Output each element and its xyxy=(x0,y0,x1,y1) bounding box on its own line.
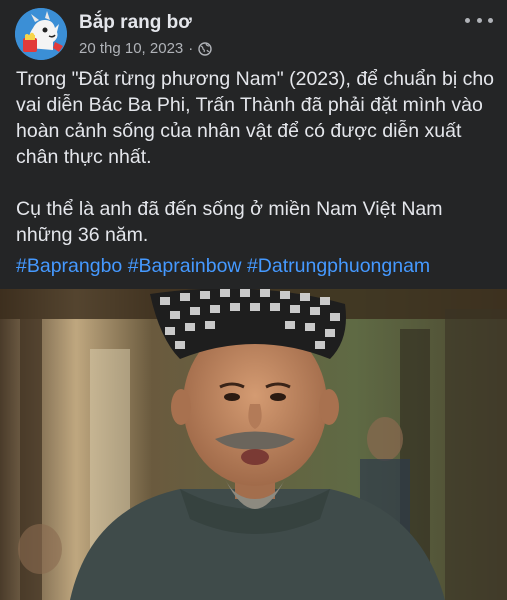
facebook-post: Bắp rang bơ 20 thg 10, 2023 · Trong "Đất… xyxy=(0,0,507,600)
page-avatar[interactable] xyxy=(15,8,67,60)
hashtag-link[interactable]: #Baprainbow xyxy=(128,255,242,277)
page-name[interactable]: Bắp rang bơ xyxy=(79,12,192,34)
caption-paragraph-1: Trong "Đất rừng phương Nam" (2023), để c… xyxy=(16,68,495,168)
hashtag-row: #Baprangbo #Baprainbow #Datrungphuongnam xyxy=(16,253,430,279)
post-meta: 20 thg 10, 2023 · xyxy=(79,40,212,57)
hashtag-link[interactable]: #Datrungphuongnam xyxy=(247,255,430,277)
meta-separator: · xyxy=(188,40,194,57)
more-horizontal-icon xyxy=(465,17,470,23)
globe-icon xyxy=(198,41,212,56)
post-date[interactable]: 20 thg 10, 2023 xyxy=(79,40,183,57)
post-caption: Trong "Đất rừng phương Nam" (2023), để c… xyxy=(16,66,496,248)
more-options-button[interactable] xyxy=(465,10,493,30)
hashtag-link[interactable]: #Baprangbo xyxy=(16,255,122,277)
post-photo[interactable] xyxy=(0,289,507,600)
movie-still-image xyxy=(0,289,507,600)
post-header: Bắp rang bơ 20 thg 10, 2023 · xyxy=(0,0,507,62)
caption-paragraph-2: Cụ thể là anh đã đến sống ở miền Nam Việ… xyxy=(16,198,443,246)
dragon-mascot-icon xyxy=(15,8,67,60)
